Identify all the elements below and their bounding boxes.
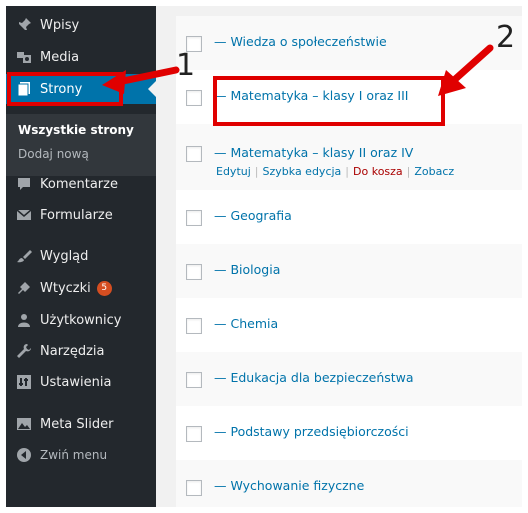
- update-count-badge: 5: [96, 280, 112, 296]
- row-checkbox[interactable]: [186, 426, 202, 442]
- annotation-label-1: 1: [176, 48, 196, 83]
- row-checkbox[interactable]: [186, 146, 202, 162]
- pages-submenu: Wszystkie strony Dodaj nową: [6, 114, 156, 176]
- table-row: — Biologia: [176, 244, 522, 298]
- annotation-label-2: 2: [496, 20, 516, 55]
- sidebar-item-comments[interactable]: Komentarze: [6, 169, 156, 199]
- trash-link[interactable]: Do kosza: [353, 165, 403, 178]
- sidebar-item-label: Wtyczki: [40, 280, 91, 296]
- sidebar-item-forms[interactable]: Formularze: [6, 200, 156, 230]
- table-row: — Chemia: [176, 298, 522, 352]
- settings-icon: [16, 374, 32, 390]
- row-checkbox[interactable]: [186, 90, 202, 106]
- collapse-icon: [16, 447, 32, 463]
- quick-edit-link[interactable]: Szybka edycja: [263, 165, 342, 178]
- plugin-icon: [16, 280, 32, 296]
- sidebar-item-appearance[interactable]: Wygląd: [6, 241, 156, 271]
- sidebar-item-label: Komentarze: [40, 176, 118, 192]
- table-row: — Geografia: [176, 190, 522, 244]
- row-checkbox[interactable]: [186, 318, 202, 334]
- page-title-link[interactable]: — Matematyka – klasy II oraz IV: [214, 145, 413, 160]
- submenu-add-new[interactable]: Dodaj nową: [18, 147, 89, 161]
- edit-link[interactable]: Edytuj: [216, 165, 251, 178]
- page-title-link[interactable]: — Wychowanie fizyczne: [214, 478, 364, 493]
- sidebar-item-plugins[interactable]: Wtyczki 5: [6, 273, 156, 303]
- collapse-menu-button[interactable]: Zwiń menu: [6, 440, 156, 470]
- table-row: — Wychowanie fizyczne: [176, 460, 522, 507]
- brush-icon: [16, 248, 32, 264]
- media-icon: [16, 49, 32, 65]
- sidebar-item-label: Narzędzia: [40, 343, 105, 359]
- page-title-link[interactable]: — Podstawy przedsiębiorczości: [214, 424, 409, 439]
- sidebar-item-meta-slider[interactable]: Meta Slider: [6, 409, 156, 439]
- sidebar-item-tools[interactable]: Narzędzia: [6, 336, 156, 366]
- active-pointer: [148, 81, 156, 97]
- page-title-link[interactable]: — Wiedza o społeczeństwie: [214, 34, 387, 49]
- sidebar-item-media[interactable]: Media: [6, 42, 156, 72]
- view-link[interactable]: Zobacz: [414, 165, 454, 178]
- sidebar-item-label: Zwiń menu: [40, 448, 108, 462]
- sidebar-item-label: Formularze: [40, 207, 113, 223]
- row-checkbox[interactable]: [186, 210, 202, 226]
- row-checkbox[interactable]: [186, 372, 202, 388]
- sidebar-item-label: Użytkownicy: [40, 312, 122, 328]
- wrench-icon: [16, 343, 32, 359]
- comment-icon: [16, 176, 32, 192]
- table-row: — Edukacja dla bezpieczeństwa: [176, 352, 522, 406]
- row-checkbox[interactable]: [186, 264, 202, 280]
- table-row: — Podstawy przedsiębiorczości: [176, 406, 522, 460]
- submenu-all-pages[interactable]: Wszystkie strony: [18, 123, 134, 137]
- slider-icon: [16, 416, 32, 432]
- sidebar-item-label: Wpisy: [40, 17, 80, 33]
- screenshot-frame: Wpisy Media Strony Wszystkie strony Doda…: [0, 0, 528, 513]
- table-row: — Matematyka – klasy II oraz IV Edytuj | S…: [176, 124, 522, 190]
- sidebar-item-settings[interactable]: Ustawienia: [6, 367, 156, 397]
- annotation-box-2: [213, 76, 445, 126]
- page-title-link[interactable]: — Biologia: [214, 262, 280, 277]
- sidebar-item-label: Meta Slider: [40, 416, 114, 432]
- table-row: — Wiedza o społeczeństwie: [176, 16, 522, 70]
- sidebar-item-users[interactable]: Użytkownicy: [6, 305, 156, 335]
- sidebar-item-posts[interactable]: Wpisy: [6, 10, 156, 40]
- pin-icon: [16, 17, 32, 33]
- row-checkbox[interactable]: [186, 480, 202, 496]
- sidebar-item-label: Wygląd: [40, 248, 89, 264]
- page-title-link[interactable]: — Edukacja dla bezpieczeństwa: [214, 370, 414, 385]
- row-actions: Edytuj | Szybka edycja | Do kosza | Zobacz: [216, 165, 455, 178]
- annotation-box-1: [7, 72, 123, 106]
- sidebar-item-label: Media: [40, 49, 80, 65]
- page-title-link[interactable]: — Geografia: [214, 208, 292, 223]
- user-icon: [16, 312, 32, 328]
- page-title-link[interactable]: — Chemia: [214, 316, 278, 331]
- mail-icon: [16, 207, 32, 223]
- sidebar-item-label: Ustawienia: [40, 374, 112, 390]
